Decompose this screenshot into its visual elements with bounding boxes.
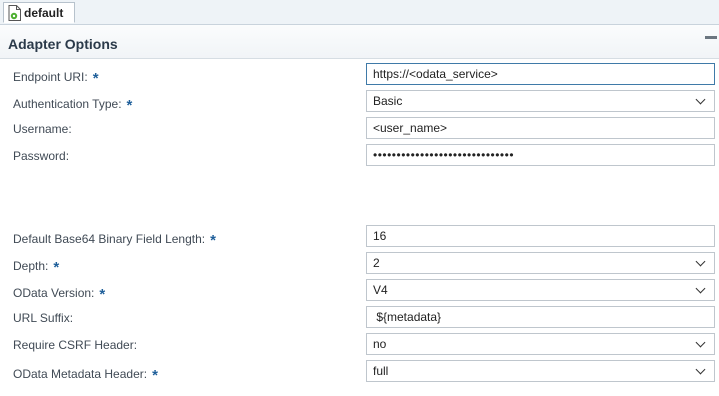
row-username: Username: bbox=[0, 117, 719, 139]
chevron-down-icon bbox=[695, 364, 706, 375]
authentication-type-select[interactable]: Basic bbox=[366, 90, 715, 112]
username-input[interactable] bbox=[366, 117, 715, 139]
adapter-options-header: Adapter Options bbox=[0, 25, 719, 59]
row-authentication-type: Authentication Type: * Basic bbox=[0, 90, 719, 114]
authentication-type-value: Basic bbox=[373, 94, 403, 108]
require-csrf-select[interactable]: no bbox=[366, 333, 715, 355]
tab-label: default bbox=[24, 5, 64, 20]
odata-version-value: V4 bbox=[373, 283, 388, 297]
chevron-down-icon bbox=[695, 283, 706, 294]
document-gear-icon bbox=[8, 4, 21, 21]
odata-version-select[interactable]: V4 bbox=[366, 279, 715, 301]
row-depth: Depth: * 2 bbox=[0, 252, 719, 276]
depth-select[interactable]: 2 bbox=[366, 252, 715, 274]
authentication-type-label: Authentication Type: * bbox=[13, 97, 133, 114]
depth-label: Depth: * bbox=[13, 259, 60, 276]
required-marker: * bbox=[152, 367, 158, 384]
endpoint-uri-input[interactable] bbox=[366, 63, 715, 85]
section-title: Adapter Options bbox=[8, 36, 118, 52]
odata-version-label: OData Version: * bbox=[13, 286, 106, 303]
metadata-header-select[interactable]: full bbox=[366, 360, 715, 382]
password-label: Password: bbox=[13, 149, 70, 163]
chevron-down-icon bbox=[695, 94, 706, 105]
row-odata-version: OData Version: * V4 bbox=[0, 279, 719, 303]
chevron-down-icon bbox=[695, 337, 706, 348]
tab-default[interactable]: default bbox=[3, 2, 75, 23]
require-csrf-label: Require CSRF Header: bbox=[13, 338, 138, 352]
endpoint-uri-label: Endpoint URI: * bbox=[13, 70, 99, 87]
base64-length-input[interactable] bbox=[366, 225, 715, 247]
chevron-down-icon bbox=[695, 256, 706, 267]
required-marker: * bbox=[126, 97, 133, 114]
collapse-icon[interactable] bbox=[705, 36, 717, 39]
url-suffix-input[interactable] bbox=[366, 306, 715, 328]
row-metadata-header: OData Metadata Header: * full bbox=[0, 360, 719, 384]
tab-bar: default bbox=[0, 0, 719, 25]
require-csrf-value: no bbox=[373, 337, 387, 351]
row-url-suffix: URL Suffix: bbox=[0, 306, 719, 328]
base64-length-label: Default Base64 Binary Field Length: * bbox=[13, 232, 216, 249]
required-marker: * bbox=[99, 286, 106, 303]
url-suffix-label: URL Suffix: bbox=[13, 311, 74, 325]
row-endpoint-uri: Endpoint URI: * bbox=[0, 63, 719, 87]
depth-value: 2 bbox=[373, 256, 380, 270]
required-marker: * bbox=[92, 70, 99, 87]
username-label: Username: bbox=[13, 122, 72, 136]
metadata-header-label: OData Metadata Header: * bbox=[13, 367, 158, 384]
required-marker: * bbox=[210, 232, 216, 249]
metadata-header-value: full bbox=[373, 364, 389, 378]
row-require-csrf: Require CSRF Header: no bbox=[0, 333, 719, 355]
password-input[interactable] bbox=[366, 144, 715, 166]
required-marker: * bbox=[53, 259, 60, 276]
row-password: Password: bbox=[0, 144, 719, 166]
row-base64-length: Default Base64 Binary Field Length: * bbox=[0, 225, 719, 249]
